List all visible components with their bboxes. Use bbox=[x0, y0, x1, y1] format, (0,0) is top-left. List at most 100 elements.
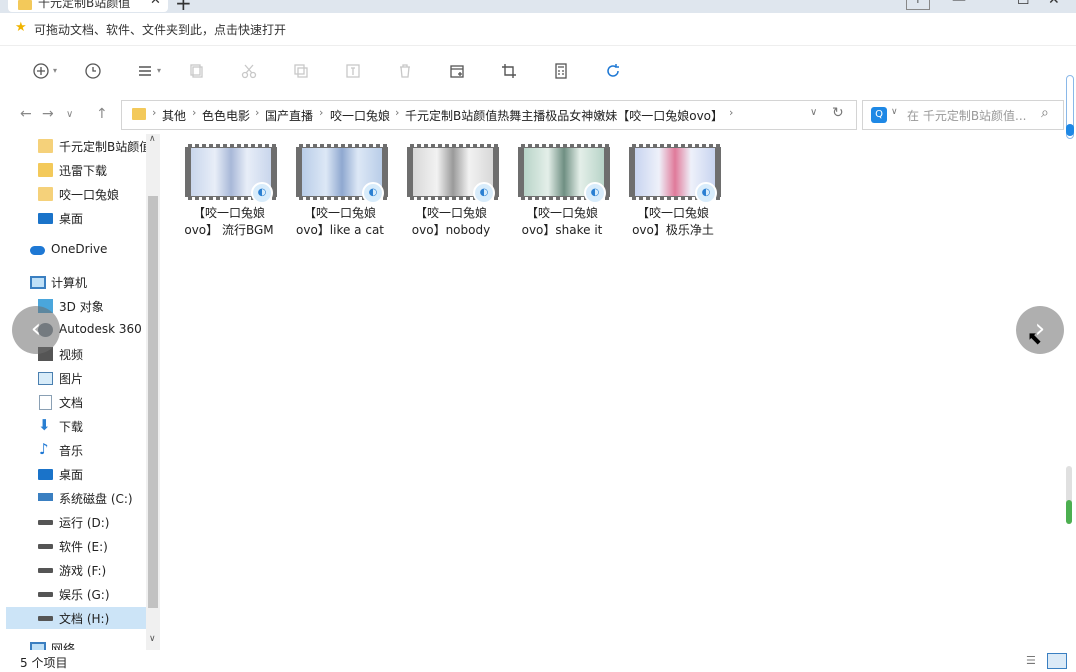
chevron-up-icon[interactable]: ∧ bbox=[149, 134, 156, 144]
folder-icon bbox=[38, 139, 53, 153]
view-menu-button[interactable] bbox=[134, 60, 156, 82]
copy-icon bbox=[294, 64, 308, 78]
minimize-button[interactable]: — bbox=[952, 0, 966, 8]
rename-button[interactable] bbox=[342, 60, 364, 82]
download-icon: ⬇ bbox=[38, 416, 51, 434]
computer-icon bbox=[30, 276, 46, 289]
chevron-down-icon[interactable]: ∨ bbox=[149, 634, 156, 644]
sidebar-item-pictures[interactable]: 图片 bbox=[6, 367, 146, 389]
sidebar-item-computer[interactable]: 计算机 bbox=[6, 271, 146, 293]
sidebar-item-desktop[interactable]: 桌面 bbox=[6, 207, 146, 229]
breadcrumb-item[interactable]: 千元定制B站颜值热舞主播极品女神嫩妹【咬一口兔娘ovo】 bbox=[405, 107, 723, 124]
chevron-right-icon[interactable]: › bbox=[395, 106, 399, 119]
up-arrow-icon[interactable]: ↑ bbox=[96, 106, 108, 122]
large-icons-view-icon[interactable] bbox=[1047, 653, 1067, 669]
chevron-down-icon[interactable]: ▾ bbox=[53, 66, 57, 75]
search-box[interactable]: Q ∨ 在 千元定制B站颜值... ⌕ bbox=[862, 100, 1064, 130]
sidebar-item-label: OneDrive bbox=[51, 242, 108, 256]
address-bar[interactable]: › 其他 › 色色电影 › 国产直播 › 咬一口兔娘 › 千元定制B站颜值热舞主… bbox=[121, 100, 857, 130]
video-file-item[interactable]: ◐ 【咬一口兔娘 ovo】nobody bbox=[399, 144, 503, 242]
chevron-right-icon[interactable]: › bbox=[255, 106, 259, 119]
sidebar-item-folder[interactable]: 千元定制B站颜值 bbox=[6, 135, 151, 157]
sidebar-item-drive-e[interactable]: 软件 (E:) bbox=[6, 535, 146, 557]
copy-path-button[interactable] bbox=[186, 60, 208, 82]
cut-button[interactable] bbox=[238, 60, 260, 82]
sidebar-item-music[interactable]: ♪ 音乐 bbox=[6, 439, 146, 461]
drive-icon bbox=[38, 544, 53, 549]
breadcrumb-item[interactable]: 咬一口兔娘 bbox=[330, 107, 390, 124]
sidebar-item-onedrive[interactable]: OneDrive bbox=[6, 239, 146, 261]
copy-button[interactable] bbox=[290, 60, 312, 82]
crop-icon bbox=[502, 64, 516, 78]
sidebar-item-network[interactable]: 网络 bbox=[6, 637, 146, 650]
sidebar-item-label: 桌面 bbox=[59, 212, 84, 226]
music-note-icon: ♪ bbox=[39, 440, 49, 458]
folder-icon bbox=[132, 108, 146, 120]
sidebar-item-desktop[interactable]: 桌面 bbox=[6, 463, 146, 485]
search-icon[interactable]: ⌕ bbox=[1041, 105, 1049, 121]
sidebar-item-drive-g[interactable]: 娱乐 (G:) bbox=[6, 583, 146, 605]
delete-button[interactable] bbox=[394, 60, 416, 82]
sidebar-item-label: 软件 (E:) bbox=[59, 540, 108, 554]
refresh-button[interactable] bbox=[602, 60, 624, 82]
chevron-right-icon[interactable]: › bbox=[729, 106, 733, 119]
sidebar-item-drive-d[interactable]: 运行 (D:) bbox=[6, 511, 146, 533]
history-button[interactable] bbox=[82, 60, 104, 82]
chevron-down-icon[interactable]: ∨ bbox=[810, 107, 817, 118]
tab-close-icon[interactable]: ✕ bbox=[150, 0, 161, 8]
chevron-right-icon[interactable]: › bbox=[152, 106, 156, 119]
search-input[interactable]: 在 千元定制B站颜值... bbox=[907, 107, 1027, 124]
sidebar-item-label: 千元定制B站颜值 bbox=[59, 140, 152, 154]
chevron-down-icon[interactable]: ∨ bbox=[66, 109, 73, 120]
refresh-icon[interactable]: ↻ bbox=[832, 105, 844, 121]
sidebar-item-drive-f[interactable]: 游戏 (F:) bbox=[6, 559, 146, 581]
video-file-item[interactable]: ◐ 【咬一口兔娘 ovo】极乐净土 bbox=[621, 144, 725, 242]
sidebar-item-documents[interactable]: 文档 bbox=[6, 391, 146, 413]
sidebar-item-downloads[interactable]: ⬇ 下载 bbox=[6, 415, 146, 437]
sidebar-item-drive-h[interactable]: 文档 (H:) bbox=[6, 607, 146, 629]
sidebar-item-folder[interactable]: 迅雷下载 bbox=[6, 159, 146, 181]
tab-active[interactable]: 千元定制B站颜值 ✕ bbox=[8, 0, 168, 12]
video-file-item[interactable]: ◐ 【咬一口兔娘 ovo】 流行BGM bbox=[177, 144, 281, 242]
quick-access-bar[interactable]: ★ 可拖动文档、软件、文件夹到此，点击快速打开 bbox=[0, 13, 1076, 46]
video-player-icon: ◐ bbox=[473, 182, 495, 204]
document-icon bbox=[39, 395, 52, 410]
crop-button[interactable] bbox=[498, 60, 520, 82]
new-tab-button[interactable]: + bbox=[175, 0, 192, 13]
close-window-button[interactable]: ✕ bbox=[1048, 0, 1060, 8]
search-engine-icon[interactable]: Q bbox=[871, 107, 887, 123]
previous-arrow-button[interactable]: ‹ bbox=[12, 306, 60, 354]
chevron-down-icon[interactable]: ▾ bbox=[157, 66, 161, 75]
new-button[interactable] bbox=[30, 60, 52, 82]
maximize-button[interactable]: ☐ bbox=[1017, 0, 1030, 8]
breadcrumb-item[interactable]: 国产直播 bbox=[265, 107, 313, 124]
video-player-icon: ◐ bbox=[362, 182, 384, 204]
details-view-icon[interactable]: ☰ bbox=[1026, 654, 1042, 668]
side-widget-indicator[interactable] bbox=[1066, 466, 1072, 524]
breadcrumb-item[interactable]: 色色电影 bbox=[202, 107, 250, 124]
scrollbar-thumb[interactable] bbox=[148, 196, 158, 608]
chevron-right-icon[interactable]: › bbox=[319, 106, 323, 119]
side-widget-handle[interactable] bbox=[1066, 75, 1074, 139]
calculator-button[interactable] bbox=[550, 60, 572, 82]
video-file-item[interactable]: ◐ 【咬一口兔娘 ovo】like a cat bbox=[288, 144, 392, 242]
back-arrow-icon[interactable]: ← bbox=[20, 106, 32, 122]
navigation-pane: 千元定制B站颜值 迅雷下载 咬一口兔娘 桌面 OneDrive 计算机 3D 对… bbox=[0, 134, 160, 650]
file-name: 【咬一口兔娘 ovo】极乐净土 bbox=[632, 206, 714, 237]
sidebar-item-label: 咬一口兔娘 bbox=[59, 188, 120, 202]
calculator-icon bbox=[555, 63, 567, 79]
copy-icon bbox=[190, 64, 203, 78]
sidebar-item-folder[interactable]: 咬一口兔娘 bbox=[6, 183, 146, 205]
video-file-item[interactable]: ◐ 【咬一口兔娘 ovo】shake it bbox=[510, 144, 614, 242]
rename-icon bbox=[346, 64, 360, 78]
sidebar-item-label: 视频 bbox=[59, 348, 84, 362]
sidebar-item-drive-c[interactable]: 系统磁盘 (C:) bbox=[6, 487, 146, 509]
breadcrumb-item[interactable]: 其他 bbox=[162, 107, 186, 124]
sidebar-scrollbar[interactable]: ∧ ∨ bbox=[146, 134, 160, 650]
chevron-right-icon[interactable]: › bbox=[192, 106, 196, 119]
chevron-down-icon[interactable]: ∨ bbox=[891, 107, 898, 117]
pin-button[interactable]: ↑ bbox=[906, 0, 930, 10]
new-folder-button[interactable] bbox=[446, 60, 468, 82]
sidebar-item-label: 音乐 bbox=[59, 444, 84, 458]
forward-arrow-icon[interactable]: → bbox=[42, 106, 54, 122]
